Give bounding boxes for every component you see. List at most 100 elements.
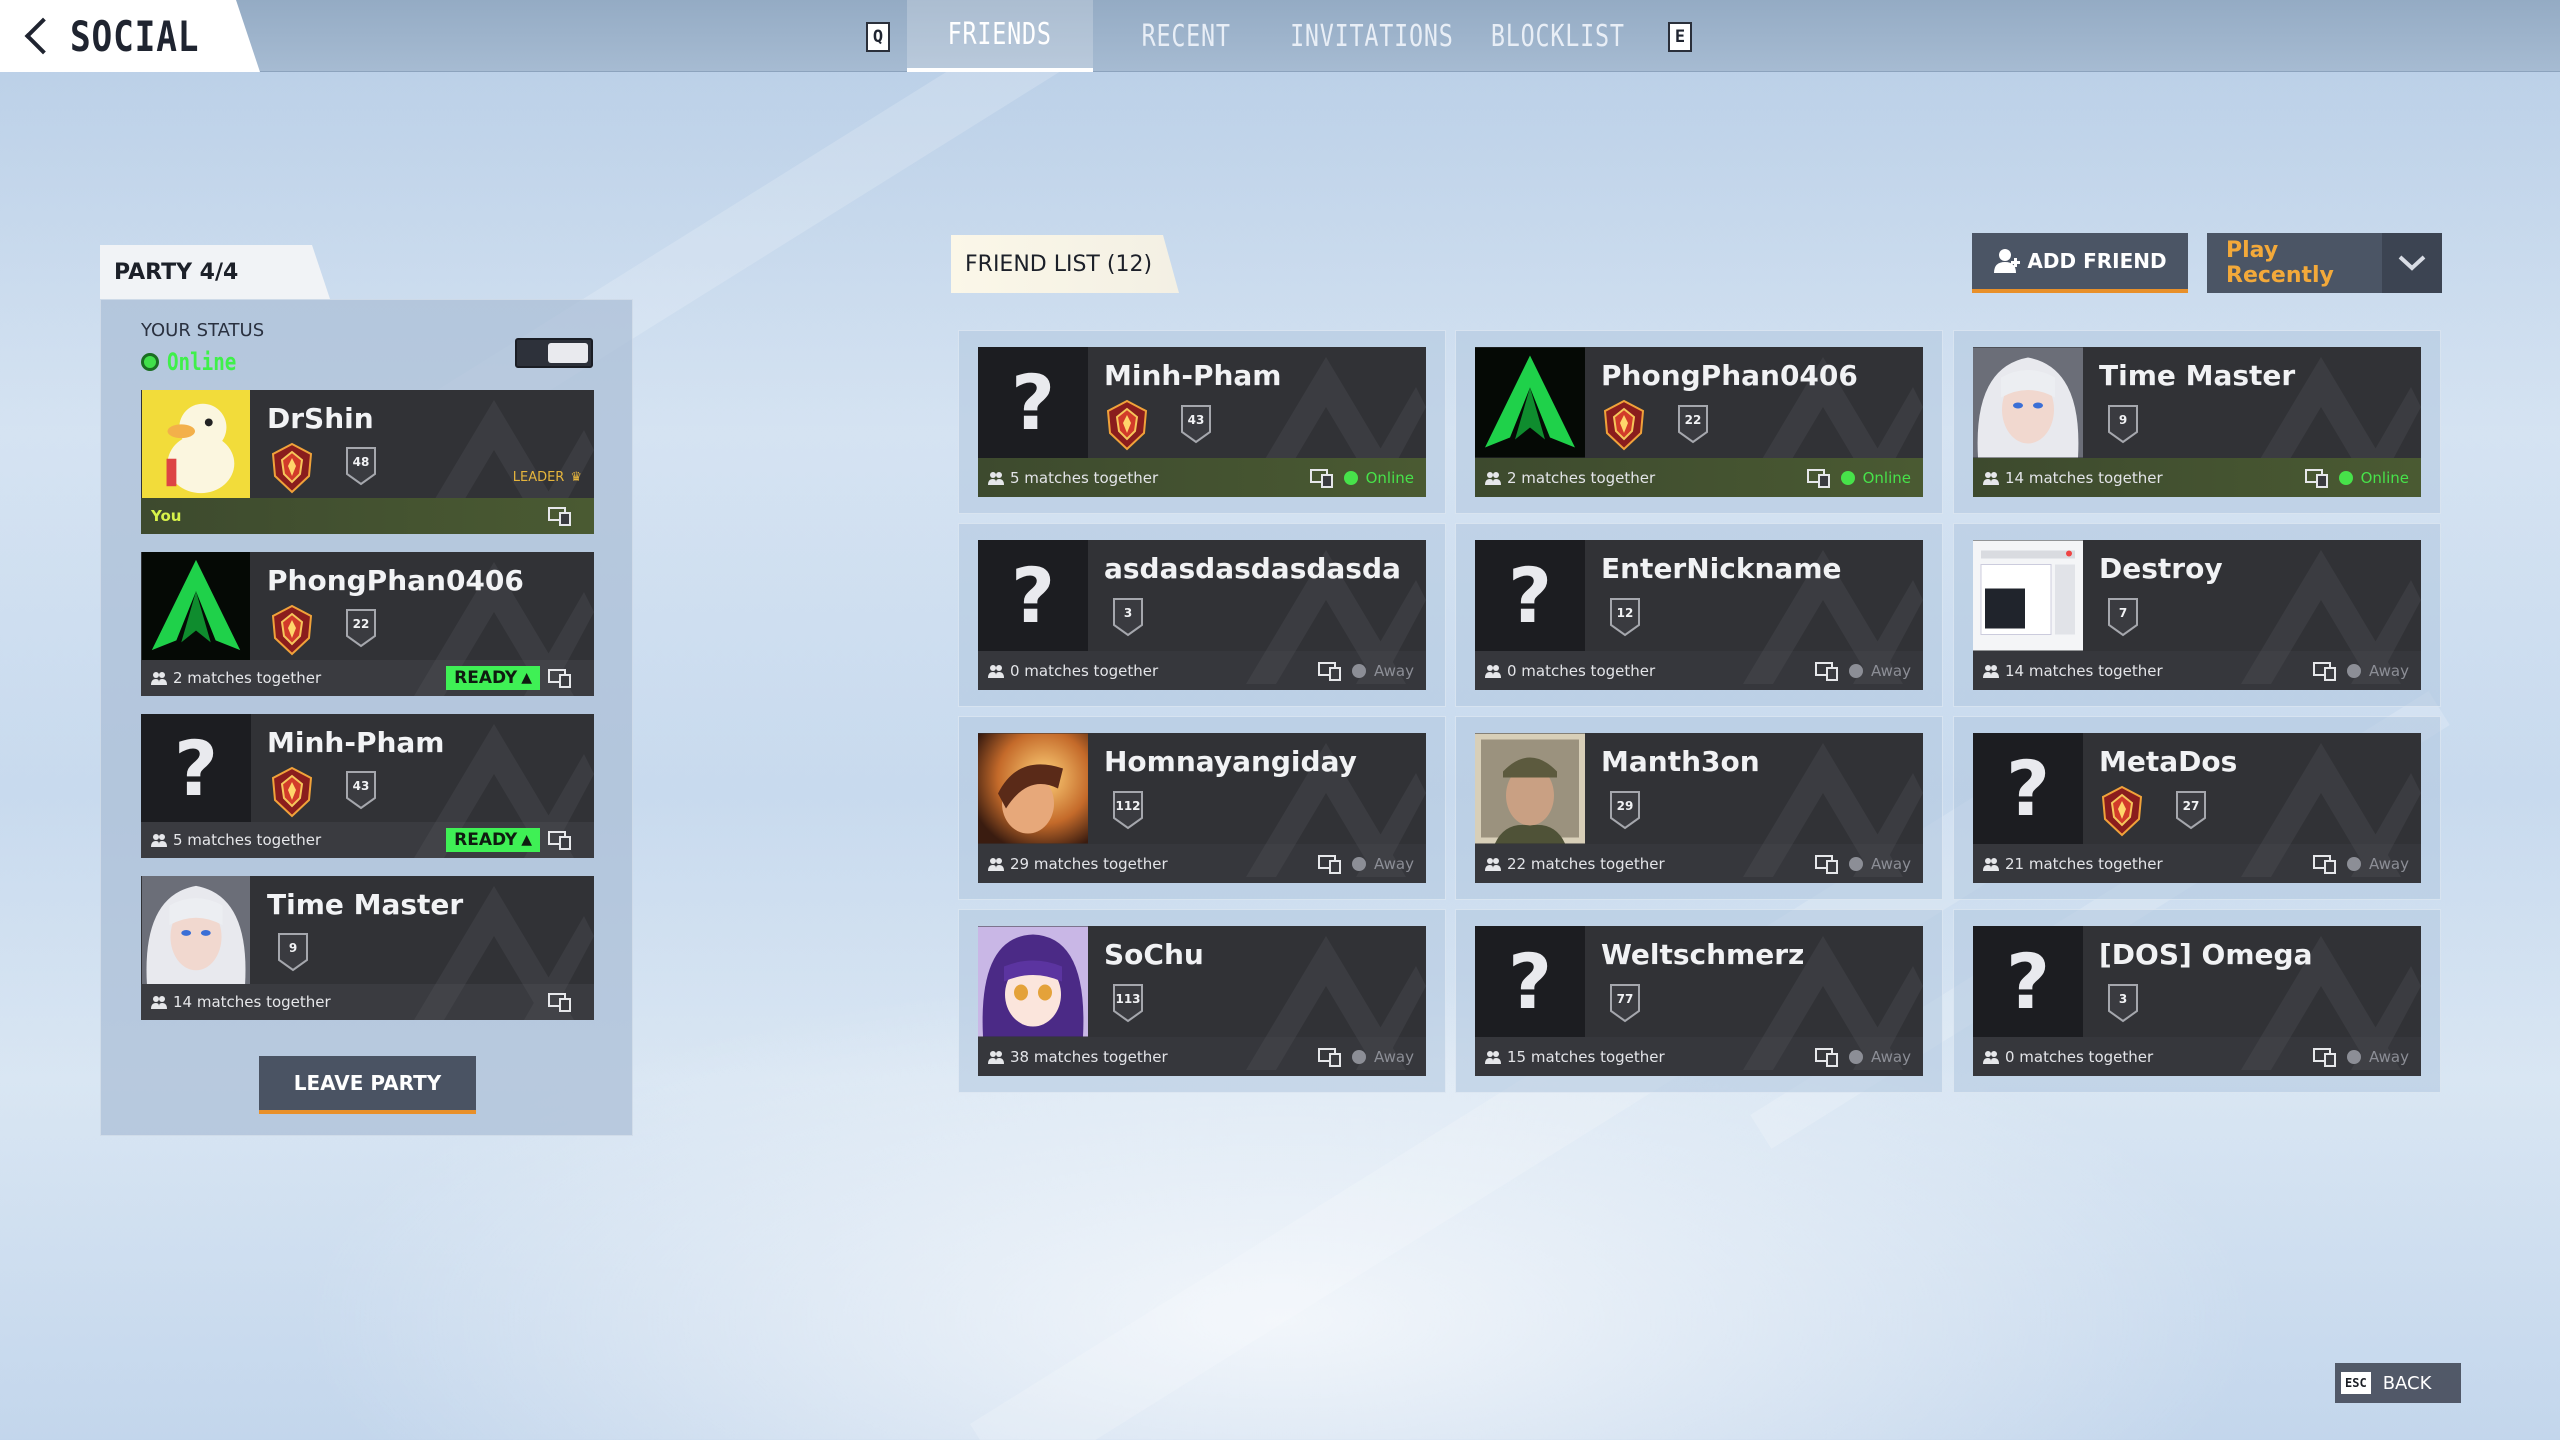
friend-card[interactable]: Time Master 9 14 matches together Online (1973, 347, 2421, 497)
friend-card[interactable]: ? asdasdasdasdasda 3 0 matches together Away (978, 540, 1426, 690)
friend-avatar (978, 733, 1088, 844)
friend-status: Online (1862, 468, 1911, 487)
friend-card[interactable]: Manth3on 29 22 matches together Away (1475, 733, 1923, 883)
matches-together: 21 matches together (2005, 854, 2163, 873)
crown-icon: ♛ (570, 470, 582, 485)
party-matches-icon (1485, 1050, 1501, 1064)
status-toggle[interactable] (515, 338, 593, 368)
leave-party-button[interactable]: LEAVE PARTY (259, 1056, 476, 1114)
level-badge: 22 (344, 608, 378, 648)
party-member-card[interactable]: ? Minh-Pham 43 5 matches together READY ▲ (141, 714, 594, 858)
level-badge: 12 (1608, 597, 1642, 637)
top-nav-bar: SOCIAL Q FRIENDS RECENT INVITATIONS BLOC… (0, 0, 2560, 72)
friend-status: Away (1871, 1047, 1911, 1066)
friend-status: Away (2369, 661, 2409, 680)
friend-avatar: ? (1475, 540, 1585, 651)
party-member-card[interactable]: PhongPhan0406 22 2 matches together READY ▲ (141, 552, 594, 696)
page-title: SOCIAL (70, 11, 200, 61)
friend-card[interactable]: Homnayangiday 112 29 matches together Away (978, 733, 1426, 883)
status-dot-icon (1849, 1049, 1863, 1064)
friend-card[interactable]: ? EnterNickname 12 0 matches together Away (1475, 540, 1923, 690)
friend-card[interactable]: ? MetaDos 27 21 matches together Away (1973, 733, 2421, 883)
matches-together: 22 matches together (1507, 854, 1665, 873)
tab-friends[interactable]: FRIENDS (907, 0, 1093, 72)
status-dot-icon (2347, 856, 2361, 871)
status-dot-icon (1352, 663, 1366, 678)
your-status-indicator: Online (141, 348, 254, 376)
friend-name: EnterNickname (1601, 552, 1842, 585)
platform-devices-icon (2304, 468, 2328, 488)
matches-together: 14 matches together (2005, 468, 2163, 487)
friend-name: asdasdasdasdasda (1104, 552, 1401, 585)
friend-card[interactable]: Destroy 7 14 matches together Away (1973, 540, 2421, 690)
unknown-avatar-icon: ? (978, 540, 1088, 651)
player-name: PhongPhan0406 (267, 564, 524, 597)
level-badge: 22 (1676, 404, 1710, 444)
level-badge: 48 (344, 446, 378, 486)
party-matches-icon (988, 1050, 1004, 1064)
white-hair-avatar (1973, 347, 2083, 458)
friend-card[interactable]: ? [DOS] Omega 3 0 matches together Away (1973, 926, 2421, 1076)
back-button[interactable]: ESC BACK (2335, 1363, 2461, 1403)
esc-key-hint: ESC (2341, 1372, 2371, 1394)
matches-together: 5 matches together (173, 831, 322, 849)
friend-name: MetaDos (2099, 745, 2238, 778)
friend-avatar (1973, 540, 2083, 651)
party-matches-icon (988, 471, 1004, 485)
player-name: DrShin (267, 402, 374, 435)
tab-invitations[interactable]: INVITATIONS (1279, 0, 1465, 72)
your-status-label: YOUR STATUS (141, 320, 265, 341)
friend-avatar: ? (1973, 733, 2083, 844)
status-dot-icon (1343, 470, 1358, 485)
party-panel: YOUR STATUS Online DrShin 48 LEADER ♛ You Pho… (100, 299, 633, 1136)
back-label: BACK (2382, 1372, 2432, 1394)
platform-devices-icon (1815, 661, 1838, 681)
tab-blocklist[interactable]: BLOCKLIST (1465, 0, 1651, 72)
warm-portrait-avatar (978, 733, 1088, 844)
matches-together: 0 matches together (1010, 661, 1159, 680)
friend-name: Minh-Pham (1104, 359, 1282, 392)
friend-avatar: ? (978, 540, 1088, 651)
party-member-card[interactable]: DrShin 48 LEADER ♛ You (141, 390, 594, 534)
player-avatar: ? (141, 714, 251, 822)
add-friend-button[interactable]: ADD FRIEND (1972, 233, 2188, 293)
friend-avatar (1475, 347, 1585, 458)
sort-dropdown[interactable]: Play Recently (2207, 233, 2442, 293)
unknown-avatar-icon: ? (978, 347, 1088, 458)
friend-card[interactable]: SoChu 113 38 matches together Away (978, 926, 1426, 1076)
level-badge: 3 (2106, 983, 2140, 1023)
sort-selected-value: Play Recently (2226, 238, 2334, 288)
status-dot-icon (2347, 663, 2361, 678)
platform-devices-icon (1815, 1047, 1838, 1067)
rank-badge-icon (269, 766, 315, 818)
level-badge: 9 (276, 932, 310, 972)
matches-together: 14 matches together (173, 993, 331, 1011)
platform-devices-icon (548, 507, 571, 526)
friend-avatar: ? (1475, 926, 1585, 1037)
duck-avatar (142, 390, 250, 498)
green-logo-avatar (142, 552, 250, 660)
player-name: Minh-Pham (267, 726, 445, 759)
friend-status: Away (2369, 854, 2409, 873)
platform-devices-icon (548, 669, 571, 688)
anime-portrait-avatar (978, 926, 1088, 1037)
rank-badge-icon (1104, 399, 1150, 451)
matches-together: 29 matches together (1010, 854, 1168, 873)
tab-recent[interactable]: RECENT (1093, 0, 1279, 72)
back-to-social-button[interactable]: SOCIAL (0, 0, 260, 72)
party-member-card[interactable]: Time Master 9 14 matches together (141, 876, 594, 1020)
friend-card[interactable]: ? Minh-Pham 43 5 matches together Online (978, 347, 1426, 497)
online-dot-icon (141, 353, 159, 371)
platform-devices-icon (2313, 661, 2336, 681)
friend-name: Weltschmerz (1601, 938, 1805, 971)
platform-devices-icon (2313, 1047, 2336, 1067)
friend-name: Time Master (2099, 359, 2296, 392)
friend-card[interactable]: PhongPhan0406 22 2 matches together Online (1475, 347, 1923, 497)
matches-together: 5 matches together (1010, 468, 1159, 487)
player-name: Time Master (267, 888, 464, 921)
friend-card[interactable]: ? Weltschmerz 77 15 matches together Away (1475, 926, 1923, 1076)
friend-status: Online (1365, 468, 1414, 487)
friend-status: Online (2360, 468, 2409, 487)
status-dot-icon (1849, 856, 1863, 871)
platform-devices-icon (1815, 854, 1838, 874)
